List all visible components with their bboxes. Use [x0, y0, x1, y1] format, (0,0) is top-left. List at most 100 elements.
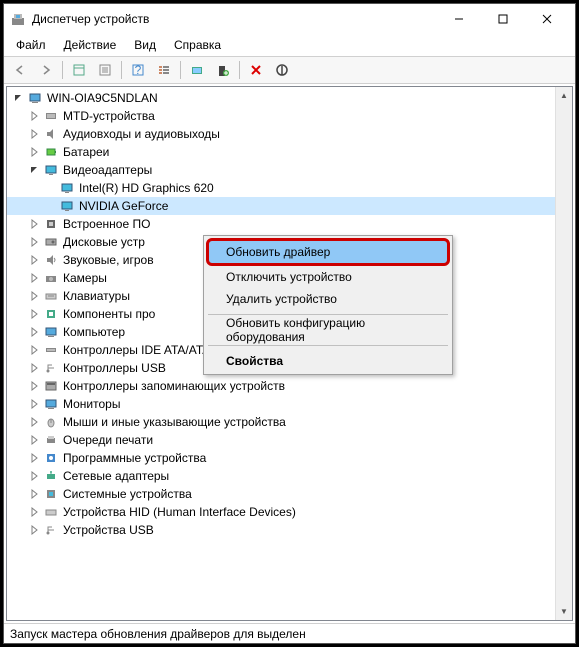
tree-item-label: Клавиатуры: [63, 289, 136, 303]
maximize-button[interactable]: [481, 4, 525, 34]
expander-icon[interactable]: [27, 271, 41, 285]
disk-icon: [43, 234, 59, 250]
ctx-update-driver[interactable]: Обновить драйвер: [206, 238, 450, 266]
minimize-button[interactable]: [437, 4, 481, 34]
expander-icon[interactable]: [27, 487, 41, 501]
menu-action[interactable]: Действие: [56, 36, 125, 54]
toolbar-uninstall[interactable]: [244, 59, 268, 81]
keyboard-icon: [43, 288, 59, 304]
expander-icon[interactable]: [27, 217, 41, 231]
toolbar-help[interactable]: ?: [126, 59, 150, 81]
tree-item-label: Батареи: [63, 145, 115, 159]
scroll-down-button[interactable]: ▼: [556, 603, 572, 620]
expander-icon[interactable]: [27, 325, 41, 339]
toolbar-disable[interactable]: [270, 59, 294, 81]
tree-category[interactable]: Программные устройства: [7, 449, 572, 467]
tree-item-label: Мониторы: [63, 397, 126, 411]
close-button[interactable]: [525, 4, 569, 34]
tree-item-label: Мыши и иные указывающие устройства: [63, 415, 292, 429]
expander-icon[interactable]: [27, 307, 41, 321]
tree-category[interactable]: Системные устройства: [7, 485, 572, 503]
tree-category[interactable]: Батареи: [7, 143, 572, 161]
tree-category[interactable]: Контроллеры запоминающих устройств: [7, 377, 572, 395]
expander-icon[interactable]: [27, 397, 41, 411]
expander-icon[interactable]: [27, 235, 41, 249]
tree-item-label: Intel(R) HD Graphics 620: [79, 181, 220, 195]
tree-category[interactable]: Сетевые адаптеры: [7, 467, 572, 485]
tree-category[interactable]: Видеоадаптеры: [7, 161, 572, 179]
expander-icon[interactable]: [27, 505, 41, 519]
storage-icon: [43, 378, 59, 394]
expander-icon[interactable]: [27, 523, 41, 537]
tree-item-label: Контроллеры USB: [63, 361, 172, 375]
tree-category[interactable]: Аудиовходы и аудиовыходы: [7, 125, 572, 143]
expander-icon[interactable]: [27, 469, 41, 483]
tree-item-label: MTD-устройства: [63, 109, 161, 123]
expander-icon[interactable]: [27, 253, 41, 267]
system-icon: [43, 486, 59, 502]
expander-icon[interactable]: [27, 361, 41, 375]
toolbar-update-driver[interactable]: [211, 59, 235, 81]
display-icon: [59, 180, 75, 196]
tree-item-label: Встроенное ПО: [63, 217, 156, 231]
expander-icon[interactable]: [27, 415, 41, 429]
tree-item-label: Камеры: [63, 271, 113, 285]
component-icon: [43, 306, 59, 322]
svg-text:?: ?: [135, 63, 142, 77]
tree-category[interactable]: Очереди печати: [7, 431, 572, 449]
expander-icon[interactable]: [43, 199, 57, 213]
ctx-properties[interactable]: Свойства: [206, 350, 450, 372]
expander-icon[interactable]: [43, 181, 57, 195]
ctx-refresh-config[interactable]: Обновить конфигурацию оборудования: [206, 319, 450, 341]
menubar: Файл Действие Вид Справка: [4, 34, 575, 56]
device-manager-window: Диспетчер устройств Файл Действие Вид Сп…: [3, 3, 576, 644]
back-button[interactable]: [8, 59, 32, 81]
hid-icon: [43, 504, 59, 520]
tree-item-label: Устройства HID (Human Interface Devices): [63, 505, 302, 519]
app-icon: [10, 11, 26, 27]
tree-category[interactable]: Мониторы: [7, 395, 572, 413]
tree-content: WIN-OIA9C5NDLAN MTD-устройства Аудиовходы …: [6, 86, 573, 621]
scroll-up-button[interactable]: ▲: [556, 87, 572, 104]
tree-device[interactable]: Intel(R) HD Graphics 620: [7, 179, 572, 197]
menu-help[interactable]: Справка: [166, 36, 229, 54]
tree-root[interactable]: WIN-OIA9C5NDLAN: [7, 89, 572, 107]
computer-icon: [27, 90, 43, 106]
battery-icon: [43, 144, 59, 160]
expander-icon[interactable]: [27, 433, 41, 447]
expander-icon[interactable]: [27, 145, 41, 159]
forward-button[interactable]: [34, 59, 58, 81]
toolbar-properties[interactable]: [93, 59, 117, 81]
scrollbar-vertical[interactable]: ▲ ▼: [555, 87, 572, 620]
expander-icon[interactable]: [27, 109, 41, 123]
display-icon: [59, 198, 75, 214]
tree-category[interactable]: MTD-устройства: [7, 107, 572, 125]
expander-icon[interactable]: [27, 343, 41, 357]
menu-file[interactable]: Файл: [8, 36, 54, 54]
tree-item-label: Сетевые адаптеры: [63, 469, 175, 483]
tree-item-label: Программные устройства: [63, 451, 212, 465]
expander-icon[interactable]: [27, 163, 41, 177]
expander-icon[interactable]: [27, 379, 41, 393]
titlebar: Диспетчер устройств: [4, 4, 575, 34]
toolbar-show-hide[interactable]: [67, 59, 91, 81]
camera-icon: [43, 270, 59, 286]
tree-item-label: Системные устройства: [63, 487, 198, 501]
ctx-disable-device[interactable]: Отключить устройство: [206, 266, 450, 288]
tree-item-label: Аудиовходы и аудиовыходы: [63, 127, 226, 141]
expander-icon[interactable]: [27, 127, 41, 141]
tree-category[interactable]: Мыши и иные указывающие устройства: [7, 413, 572, 431]
expander-icon[interactable]: [27, 451, 41, 465]
ctx-remove-device[interactable]: Удалить устройство: [206, 288, 450, 310]
tree-item-label: Устройства USB: [63, 523, 160, 537]
toolbar-scan[interactable]: [185, 59, 209, 81]
tree-device[interactable]: NVIDIA GeForce: [7, 197, 572, 215]
tree-item-label: Компоненты про: [63, 307, 161, 321]
expander-icon[interactable]: [11, 91, 25, 105]
menu-view[interactable]: Вид: [126, 36, 164, 54]
tree-category[interactable]: Встроенное ПО: [7, 215, 572, 233]
expander-icon[interactable]: [27, 289, 41, 303]
toolbar-list[interactable]: [152, 59, 176, 81]
tree-category[interactable]: Устройства USB: [7, 521, 572, 539]
tree-category[interactable]: Устройства HID (Human Interface Devices): [7, 503, 572, 521]
